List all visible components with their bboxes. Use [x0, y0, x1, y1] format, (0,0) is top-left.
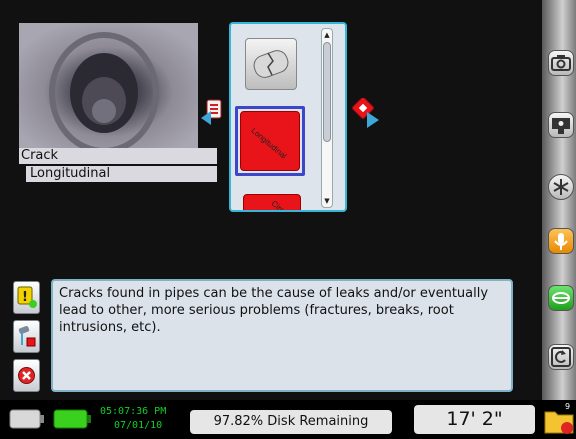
pipe-code-tile[interactable]: [245, 38, 297, 90]
right-toolbar: [542, 0, 576, 400]
rewind-button[interactable]: [548, 344, 574, 370]
disk-remaining: 97.82% Disk Remaining: [190, 410, 392, 434]
asterisk-icon: [553, 179, 569, 195]
category-label: Crack: [19, 148, 217, 164]
folder-count: 9: [565, 402, 571, 411]
video-button[interactable]: [548, 112, 574, 138]
mic-icon: [554, 233, 568, 250]
description-text: Cracks found in pipes can be the cause o…: [59, 286, 489, 335]
scrollbar-thumb[interactable]: [323, 42, 331, 142]
battery-empty-icon: [9, 409, 44, 429]
tile-label: Longitudinal: [249, 126, 288, 161]
video-icon: [552, 118, 570, 134]
clock-time: 05:07:36 PM: [100, 406, 167, 417]
subcategory-label: Longitudinal: [26, 166, 217, 182]
camera-snapshot: [19, 23, 198, 148]
battery-full: [53, 408, 93, 430]
code-forward-icon: [352, 97, 379, 128]
scroll-up-icon[interactable]: ▲: [322, 29, 332, 41]
battery-empty: [9, 408, 45, 430]
scroll-down-icon[interactable]: ▼: [322, 195, 332, 207]
distance-counter: 17' 2": [414, 405, 535, 434]
tape-icon: [552, 292, 570, 304]
longitudinal-crack-icon: Longitudinal: [249, 126, 288, 161]
code-picker[interactable]: Longitudinal Circu ▲ ▼: [229, 22, 347, 212]
pipe-flag-icon: [18, 326, 36, 347]
camera-icon: [551, 55, 571, 71]
forward-code-button[interactable]: [351, 97, 381, 130]
tape-button[interactable]: [548, 285, 574, 311]
circumferential-code-tile[interactable]: Circu: [243, 194, 301, 212]
rewind-icon: [551, 347, 571, 367]
cancel-icon: [18, 367, 35, 384]
pipe-image: [19, 23, 198, 148]
back-category-button[interactable]: [199, 98, 225, 128]
longitudinal-code-tile[interactable]: Longitudinal: [240, 111, 300, 171]
folder-icon: [544, 411, 574, 434]
list-back-icon: [201, 99, 222, 125]
microphone-button[interactable]: [548, 228, 574, 254]
pipe-flag-button[interactable]: [13, 320, 40, 353]
camera-button[interactable]: [548, 50, 574, 76]
battery-full-icon: [53, 409, 91, 429]
circumferential-crack-icon: Circu: [270, 199, 290, 212]
svg-text:!: !: [22, 290, 28, 305]
cancel-button[interactable]: [13, 359, 40, 392]
tile-label-partial: Circu: [270, 199, 290, 212]
hint-icon: !: [17, 286, 37, 308]
pipe-icon: [253, 50, 289, 78]
hint-button[interactable]: !: [13, 281, 40, 314]
description-box: Cracks found in pipes can be the cause o…: [51, 279, 513, 392]
asterisk-button[interactable]: [548, 174, 574, 200]
clock-date: 07/01/10: [114, 420, 163, 431]
folder-button[interactable]: 9: [543, 402, 576, 435]
